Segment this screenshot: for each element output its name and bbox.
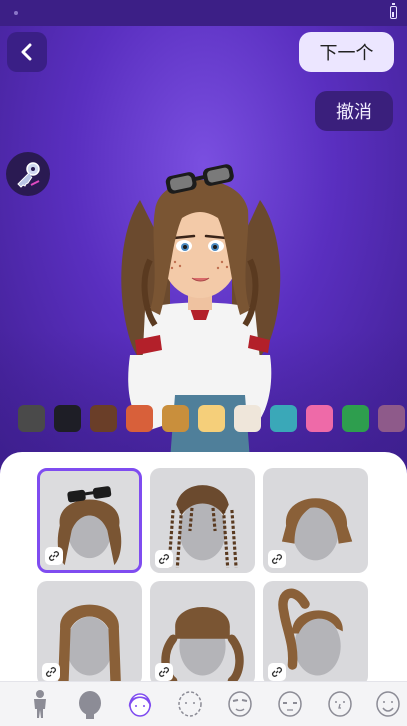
color-swatch[interactable] bbox=[90, 405, 117, 432]
color-swatch[interactable] bbox=[198, 405, 225, 432]
tab-hair[interactable] bbox=[122, 685, 158, 723]
next-button[interactable]: 下一个 bbox=[299, 32, 394, 72]
link-icon bbox=[155, 663, 173, 681]
tab-nose[interactable] bbox=[322, 685, 358, 723]
back-button[interactable] bbox=[7, 32, 47, 72]
body-icon bbox=[34, 690, 46, 718]
hair-option-ponytail[interactable] bbox=[263, 581, 368, 686]
link-icon bbox=[268, 663, 286, 681]
hair-color-palette bbox=[0, 405, 407, 433]
tab-body[interactable] bbox=[22, 685, 58, 723]
tab-eyes[interactable] bbox=[272, 685, 308, 723]
color-swatch[interactable] bbox=[378, 405, 405, 432]
category-tab-bar bbox=[0, 681, 407, 726]
hair-option-long-straight[interactable] bbox=[37, 581, 142, 686]
hair-option-braids[interactable] bbox=[150, 468, 255, 573]
tab-face-shape[interactable] bbox=[172, 685, 208, 723]
eyes-icon bbox=[278, 691, 302, 717]
key-icon bbox=[17, 162, 40, 188]
unlock-key-button[interactable] bbox=[6, 152, 50, 196]
hair-option-curly-glasses[interactable] bbox=[37, 468, 142, 573]
link-icon bbox=[42, 663, 60, 681]
hair-option-bangs-pigtails[interactable] bbox=[150, 581, 255, 686]
color-swatch[interactable] bbox=[126, 405, 153, 432]
color-swatch[interactable] bbox=[18, 405, 45, 432]
nose-icon bbox=[328, 691, 352, 717]
hair-option-short-bob[interactable] bbox=[263, 468, 368, 573]
link-icon bbox=[268, 550, 286, 568]
tab-eyebrows[interactable] bbox=[222, 685, 258, 723]
face-shape-icon bbox=[178, 691, 202, 717]
color-swatch[interactable] bbox=[162, 405, 189, 432]
link-icon bbox=[45, 547, 63, 565]
head-icon bbox=[79, 691, 101, 719]
hair-icon bbox=[128, 693, 152, 717]
mouth-icon bbox=[376, 691, 400, 717]
battery-icon bbox=[390, 3, 397, 19]
tab-mouth[interactable] bbox=[370, 685, 406, 723]
color-swatch[interactable] bbox=[306, 405, 333, 432]
undo-button[interactable]: 撤消 bbox=[315, 91, 393, 131]
status-dot bbox=[14, 11, 18, 15]
color-swatch[interactable] bbox=[270, 405, 297, 432]
tab-head[interactable] bbox=[72, 685, 108, 723]
chevron-left-icon bbox=[21, 43, 32, 61]
eyebrows-icon bbox=[228, 691, 252, 717]
status-bar bbox=[0, 0, 407, 26]
link-icon bbox=[155, 550, 173, 568]
color-swatch[interactable] bbox=[54, 405, 81, 432]
color-swatch[interactable] bbox=[342, 405, 369, 432]
color-swatch[interactable] bbox=[234, 405, 261, 432]
